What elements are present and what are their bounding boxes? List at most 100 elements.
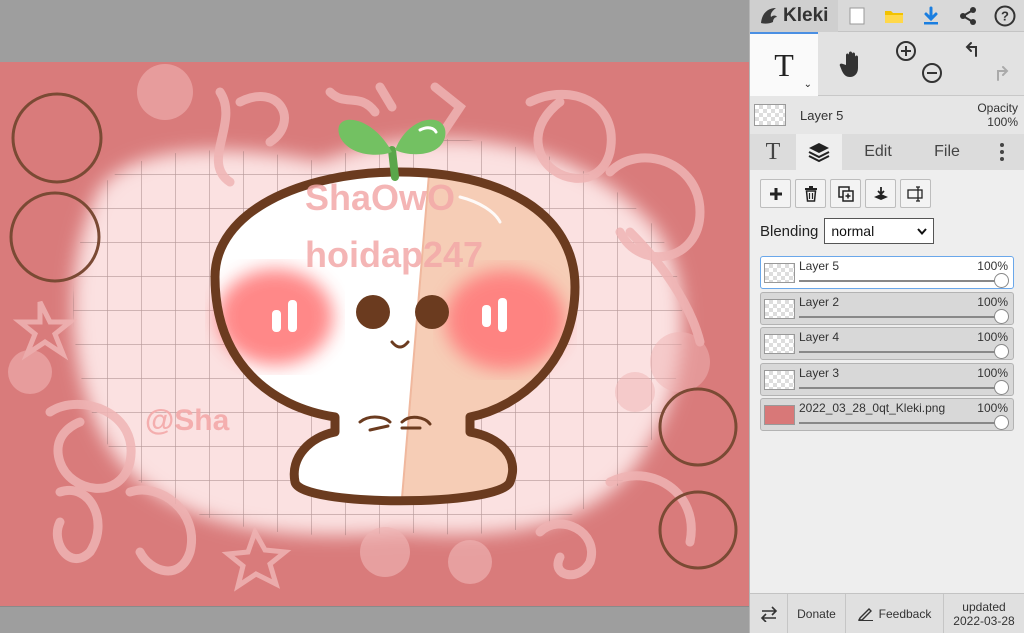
tab-file[interactable]: File (914, 134, 980, 170)
undo-redo-controls (954, 32, 1022, 96)
more-menu-button[interactable] (980, 134, 1024, 170)
swap-side-button[interactable] (750, 594, 788, 633)
blending-select[interactable]: normal (824, 218, 935, 244)
layer-opacity-track (799, 315, 1007, 318)
layer-opacity-slider[interactable] (994, 379, 1009, 395)
chevron-down-icon (917, 227, 928, 235)
layer-thumbnail (764, 369, 795, 390)
blending-value: normal (831, 223, 875, 239)
tab-layers[interactable] (796, 134, 842, 170)
duplicate-layer-button[interactable] (830, 179, 861, 208)
share-icon (959, 6, 976, 25)
layer-name: Layer 4 (799, 330, 840, 344)
panel-tabs: T Edit File (750, 134, 1024, 170)
rename-layer-button[interactable] (900, 179, 931, 208)
feedback-label: Feedback (878, 606, 932, 621)
left-eye (356, 295, 390, 329)
save-image-button[interactable] (912, 0, 949, 32)
layer-opacity-slider[interactable] (994, 415, 1009, 430)
layer-opacity-track (799, 422, 1007, 424)
layer-opacity-slider[interactable] (994, 308, 1009, 324)
merge-down-icon (873, 186, 888, 200)
zoom-in-icon[interactable] (895, 40, 917, 62)
layer-opacity: 100% (977, 401, 1008, 415)
kleki-logo[interactable]: Kleki (750, 0, 838, 32)
current-layer-opacity: Opacity 100% (977, 101, 1018, 129)
undo-icon[interactable] (962, 40, 984, 62)
chevron-down-icon[interactable]: ⌄ (804, 79, 812, 90)
layer-list: Layer 5 100% Layer 2 100% Layer 4 100% L… (760, 256, 1014, 431)
layer-opacity: 100% (977, 330, 1008, 344)
app-name: Kleki (783, 4, 829, 26)
open-folder-icon (884, 10, 903, 23)
top-bar: Kleki ? (750, 0, 1024, 32)
layer-item[interactable]: 2022_03_28_0qt_Kleki.png 100% (760, 398, 1014, 431)
updated-date: 2022-03-28 (953, 613, 1015, 628)
updated-info: updated 2022-03-28 (944, 594, 1024, 633)
layer-item[interactable]: Layer 4 100% (760, 327, 1014, 360)
tool-row: T ⌄ (750, 32, 1024, 96)
more-vertical-icon (1000, 143, 1004, 161)
zoom-controls (886, 32, 954, 96)
drawing-canvas[interactable]: ShaOwO hoidap247 @Sha (0, 62, 749, 606)
text-tool-icon: T (774, 46, 794, 83)
layer-item[interactable]: Layer 3 100% (760, 362, 1014, 396)
layer-item[interactable]: Layer 5 100% (760, 256, 1014, 289)
sidebar: Kleki ? T ⌄ Layer 5 Opacity 100% T Edit … (749, 0, 1024, 633)
layer-thumbnail (764, 263, 795, 283)
hand-tool-button[interactable] (818, 32, 886, 96)
current-layer-thumbnail (754, 104, 786, 126)
layer-opacity-track (799, 386, 1007, 389)
layers-icon (808, 143, 830, 163)
open-image-button[interactable] (875, 0, 912, 32)
help-icon: ? (994, 5, 1015, 26)
layer-thumbnail (764, 405, 795, 425)
duplicate-icon (837, 185, 854, 202)
swap-arrows-icon (760, 605, 777, 622)
download-icon (923, 6, 938, 24)
opacity-value: 100% (987, 115, 1018, 129)
updated-label: updated (962, 599, 1006, 614)
new-image-button[interactable] (838, 0, 875, 32)
layer-thumbnail (764, 298, 795, 319)
layer-opacity-slider[interactable] (994, 273, 1009, 288)
layer-name: 2022_03_28_0qt_Kleki.png (799, 401, 946, 415)
share-button[interactable] (949, 0, 986, 32)
layer-opacity: 100% (977, 294, 1008, 309)
layers-panel: Blending normal Layer 5 100% Layer 2 100… (750, 170, 1024, 633)
watermark-line2: hoidap247 (305, 234, 483, 275)
merge-down-button[interactable] (865, 179, 896, 208)
rename-icon (906, 185, 923, 202)
current-layer-name: Layer 5 (800, 107, 844, 123)
layer-opacity: 100% (977, 259, 1008, 273)
help-button[interactable]: ? (986, 0, 1023, 32)
redo-icon[interactable] (990, 62, 1012, 84)
canvas-area[interactable]: ShaOwO hoidap247 @Sha (0, 0, 749, 633)
pencil-icon (857, 607, 873, 621)
opacity-label: Opacity (977, 101, 1018, 115)
layer-opacity: 100% (977, 365, 1008, 380)
feedback-link[interactable]: Feedback (846, 594, 944, 633)
tab-text[interactable]: T (750, 134, 796, 170)
layer-actions (760, 179, 1014, 208)
signature: @Sha (145, 404, 230, 437)
zoom-out-icon[interactable] (921, 62, 943, 84)
kleki-logo-icon (761, 7, 777, 24)
hand-icon (839, 51, 858, 77)
layer-opacity-slider[interactable] (994, 344, 1009, 359)
plus-icon (769, 187, 782, 200)
current-layer-info: Layer 5 Opacity 100% (750, 96, 1024, 134)
delete-layer-button[interactable] (795, 179, 826, 208)
tab-edit[interactable]: Edit (842, 134, 914, 170)
layer-name: Layer 5 (799, 259, 840, 273)
layer-item[interactable]: Layer 2 100% (760, 291, 1014, 325)
watermark-line1: ShaOwO (305, 177, 455, 218)
layer-opacity-track (799, 280, 1007, 282)
right-eye (415, 295, 449, 329)
layer-thumbnail (764, 334, 795, 354)
footer-bar: Donate Feedback updated 2022-03-28 (750, 593, 1024, 633)
trash-icon (804, 185, 817, 202)
donate-link[interactable]: Donate (788, 594, 846, 633)
add-layer-button[interactable] (760, 179, 791, 208)
text-tool-button[interactable]: T ⌄ (750, 32, 818, 96)
